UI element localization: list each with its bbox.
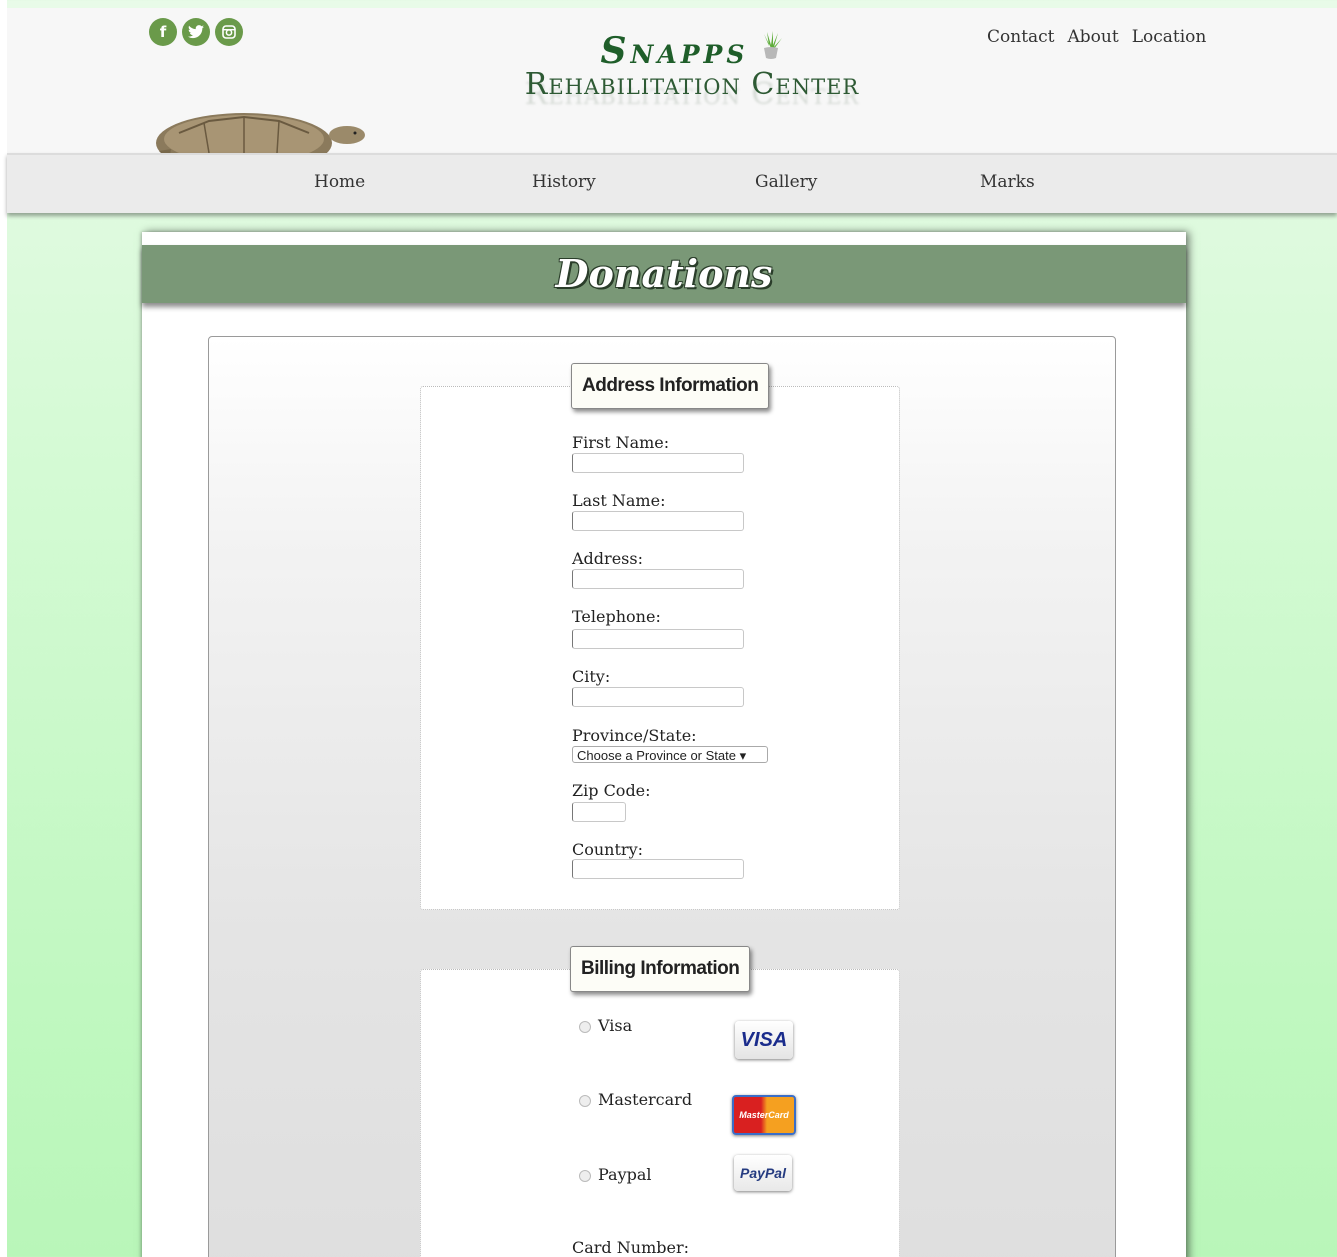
page-edge <box>0 0 7 1257</box>
paypal-label: Paypal <box>598 1165 652 1184</box>
first-name-label: First Name: <box>572 433 670 452</box>
site-logo[interactable]: Snapps Rehabilitation Center <box>507 30 877 102</box>
billing-fieldset <box>420 969 900 1257</box>
address-label: Address: <box>572 549 643 568</box>
billing-legend: Billing Information <box>570 946 751 992</box>
top-links: Contact About Location <box>987 27 1206 47</box>
social-links: f <box>149 18 243 46</box>
city-label: City: <box>572 667 611 686</box>
contact-link[interactable]: Contact <box>987 27 1055 47</box>
province-label: Province/State: <box>572 726 697 745</box>
main-nav: Home History Gallery Marks <box>7 153 1337 213</box>
plant-icon <box>763 31 782 59</box>
nav-history[interactable]: History <box>532 172 596 192</box>
location-link[interactable]: Location <box>1132 27 1207 47</box>
visa-radio[interactable] <box>579 1021 591 1033</box>
twitter-icon[interactable] <box>182 18 210 46</box>
about-link[interactable]: About <box>1068 27 1119 47</box>
zip-input[interactable] <box>572 802 626 822</box>
province-select[interactable]: Choose a Province or State ▾ <box>572 746 768 763</box>
visa-label: Visa <box>598 1016 633 1035</box>
last-name-label: Last Name: <box>572 491 666 510</box>
paypal-radio[interactable] <box>579 1170 591 1182</box>
country-input[interactable] <box>572 859 744 879</box>
paypal-icon: PayPal <box>734 1155 792 1191</box>
donation-form: Address Information First Name: Last Nam… <box>208 336 1116 1257</box>
city-input[interactable] <box>572 687 744 707</box>
logo-subtitle: Rehabilitation Center <box>524 67 860 102</box>
nav-marks[interactable]: Marks <box>980 172 1035 192</box>
first-name-input[interactable] <box>572 453 744 473</box>
telephone-input[interactable] <box>572 629 744 649</box>
instagram-icon[interactable] <box>215 18 243 46</box>
last-name-input[interactable] <box>572 511 744 531</box>
facebook-icon[interactable]: f <box>149 18 177 46</box>
nav-gallery[interactable]: Gallery <box>755 172 817 192</box>
mastercard-label: Mastercard <box>598 1090 693 1109</box>
logo-title: Snapps <box>600 30 749 72</box>
page-title-banner: Donations <box>142 245 1186 303</box>
telephone-label: Telephone: <box>572 607 661 626</box>
address-input[interactable] <box>572 569 744 589</box>
mastercard-radio[interactable] <box>579 1095 591 1107</box>
country-label: Country: <box>572 840 643 859</box>
visa-card-icon: VISA <box>735 1021 793 1059</box>
zip-label: Zip Code: <box>572 781 651 800</box>
content-panel: Donations Address Information First Name… <box>142 232 1186 1257</box>
address-legend: Address Information <box>571 363 770 409</box>
nav-home[interactable]: Home <box>314 172 365 192</box>
site-header: f Snapps Rehabilitation Center Contact A… <box>7 8 1337 161</box>
mastercard-icon: MasterCard <box>732 1095 796 1135</box>
card-number-label: Card Number: <box>572 1238 689 1257</box>
page-title: Donations <box>555 251 773 296</box>
